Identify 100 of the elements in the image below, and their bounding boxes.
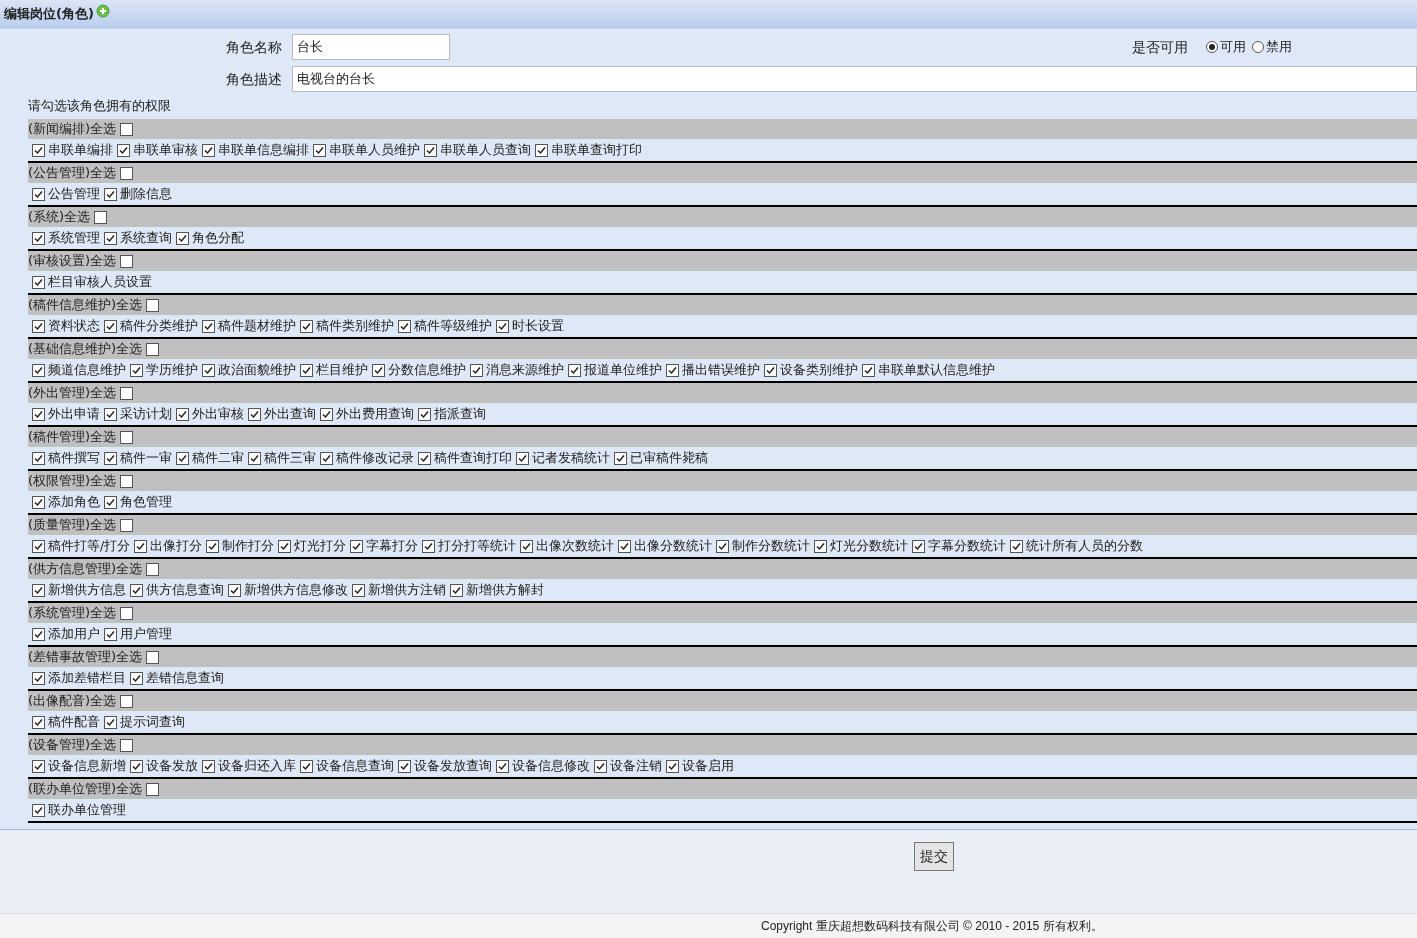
checkbox[interactable] xyxy=(176,451,189,465)
checkbox[interactable] xyxy=(130,363,143,377)
plus-icon[interactable] xyxy=(95,4,110,18)
radio-option[interactable]: 可用 xyxy=(1206,37,1246,57)
checkbox[interactable] xyxy=(666,363,679,377)
checkbox[interactable] xyxy=(300,363,313,377)
checkbox[interactable] xyxy=(32,187,45,201)
checkbox[interactable] xyxy=(496,319,509,333)
checkbox[interactable] xyxy=(120,606,134,620)
checkbox[interactable] xyxy=(398,319,411,333)
checkbox[interactable] xyxy=(372,363,385,377)
checkbox[interactable] xyxy=(146,782,160,796)
checkbox[interactable] xyxy=(418,451,431,465)
checkbox[interactable] xyxy=(320,407,333,421)
checkbox[interactable] xyxy=(32,143,45,157)
submit-button[interactable]: 提交 xyxy=(914,842,954,871)
checkbox[interactable] xyxy=(146,650,160,664)
checkbox[interactable] xyxy=(104,187,117,201)
checkbox[interactable] xyxy=(202,319,215,333)
checkbox[interactable] xyxy=(120,694,134,708)
checkbox[interactable] xyxy=(716,539,730,553)
group-title: (外出管理)全选 xyxy=(28,384,117,403)
checkbox[interactable] xyxy=(32,539,45,553)
checkbox[interactable] xyxy=(120,474,134,488)
checkbox[interactable] xyxy=(104,319,117,333)
checkbox[interactable] xyxy=(120,738,134,752)
checkbox[interactable] xyxy=(120,430,134,444)
radio-option[interactable]: 禁用 xyxy=(1252,37,1292,57)
checkbox[interactable] xyxy=(516,451,529,465)
input-field[interactable]: 电视台的台长 xyxy=(292,66,1417,92)
checkbox[interactable] xyxy=(248,407,261,421)
checkbox[interactable] xyxy=(94,210,108,224)
checkbox[interactable] xyxy=(618,539,632,553)
checkbox[interactable] xyxy=(764,363,777,377)
checkbox[interactable] xyxy=(862,363,875,377)
checkbox[interactable] xyxy=(424,143,437,157)
checkbox[interactable] xyxy=(594,759,607,773)
checkbox[interactable] xyxy=(228,583,241,597)
checkbox[interactable] xyxy=(32,583,45,597)
checkbox[interactable] xyxy=(450,583,463,597)
checkbox[interactable] xyxy=(32,275,45,289)
checkbox[interactable] xyxy=(130,583,143,597)
checkbox[interactable] xyxy=(300,759,313,773)
checkbox[interactable] xyxy=(32,759,45,773)
checkbox[interactable] xyxy=(32,363,45,377)
checkbox[interactable] xyxy=(398,759,411,773)
checkbox[interactable] xyxy=(120,254,134,268)
checkbox[interactable] xyxy=(32,803,45,817)
checkbox[interactable] xyxy=(278,539,292,553)
checkbox[interactable] xyxy=(300,319,313,333)
checkbox[interactable] xyxy=(134,539,148,553)
checkbox[interactable] xyxy=(418,407,431,421)
checkbox[interactable] xyxy=(120,518,134,532)
checkbox[interactable] xyxy=(120,122,134,136)
input-field[interactable]: 台长 xyxy=(292,34,450,60)
checkbox[interactable] xyxy=(206,539,220,553)
checkbox[interactable] xyxy=(176,231,189,245)
checkbox[interactable] xyxy=(202,363,215,377)
checkbox[interactable] xyxy=(146,342,160,356)
checkbox[interactable] xyxy=(120,386,134,400)
checkbox[interactable] xyxy=(1010,539,1024,553)
checkbox[interactable] xyxy=(104,495,117,509)
checkbox[interactable] xyxy=(32,231,45,245)
checkbox[interactable] xyxy=(130,671,143,685)
checkbox[interactable] xyxy=(350,539,364,553)
checkbox[interactable] xyxy=(117,143,130,157)
checkbox[interactable] xyxy=(104,451,117,465)
checkbox[interactable] xyxy=(320,451,333,465)
checkbox[interactable] xyxy=(104,231,117,245)
checkbox[interactable] xyxy=(32,451,45,465)
checkbox[interactable] xyxy=(496,759,509,773)
checkbox[interactable] xyxy=(32,407,45,421)
checkbox[interactable] xyxy=(520,539,534,553)
checkbox[interactable] xyxy=(104,627,117,641)
checkbox[interactable] xyxy=(814,539,828,553)
checkbox[interactable] xyxy=(248,451,261,465)
checkbox[interactable] xyxy=(120,166,134,180)
checkbox[interactable] xyxy=(146,562,160,576)
checkbox[interactable] xyxy=(666,759,679,773)
checkbox[interactable] xyxy=(568,363,581,377)
checkbox[interactable] xyxy=(470,363,483,377)
checkbox[interactable] xyxy=(104,715,117,729)
checkbox[interactable] xyxy=(912,539,926,553)
checkbox[interactable] xyxy=(104,407,117,421)
checkbox[interactable] xyxy=(422,539,436,553)
checkbox[interactable] xyxy=(535,143,548,157)
checkbox[interactable] xyxy=(32,319,45,333)
checkbox[interactable] xyxy=(32,627,45,641)
checkbox[interactable] xyxy=(32,715,45,729)
checkbox[interactable] xyxy=(176,407,189,421)
checkbox[interactable] xyxy=(202,759,215,773)
checkbox[interactable] xyxy=(146,298,160,312)
checkbox[interactable] xyxy=(202,143,215,157)
checkbox[interactable] xyxy=(614,451,627,465)
checkbox[interactable] xyxy=(352,583,365,597)
permission-label: 删除信息 xyxy=(120,184,172,203)
checkbox[interactable] xyxy=(313,143,326,157)
checkbox[interactable] xyxy=(32,671,45,685)
checkbox[interactable] xyxy=(130,759,143,773)
checkbox[interactable] xyxy=(32,495,45,509)
